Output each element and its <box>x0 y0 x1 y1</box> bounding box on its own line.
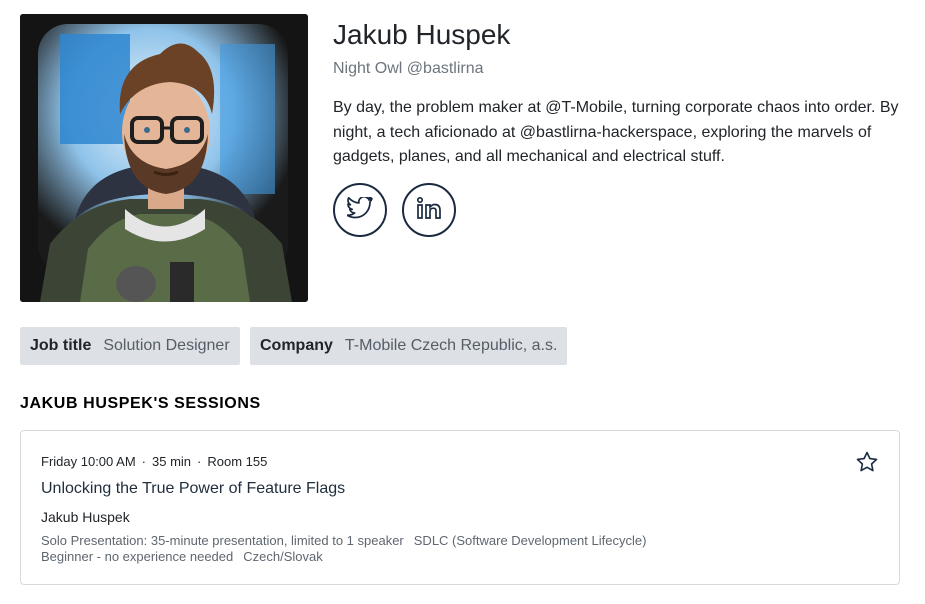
sessions-heading: JAKUB HUSPEK'S SESSIONS <box>20 395 261 412</box>
session-language: Czech/Slovak <box>243 549 323 564</box>
job-title-chip: Job title Solution Designer <box>20 327 240 365</box>
profile-photo <box>20 14 308 302</box>
linkedin-button[interactable] <box>402 183 456 237</box>
linkedin-icon <box>416 196 442 225</box>
company-chip: Company T-Mobile Czech Republic, a.s. <box>250 327 567 365</box>
session-meta: Friday 10:00 AM · 35 min · Room 155 <box>41 454 267 469</box>
profile-tagline: Night Owl @bastlirna <box>333 60 484 77</box>
session-level: Beginner - no experience needed <box>41 549 234 564</box>
profile-bio: By day, the problem maker at @T-Mobile, … <box>333 99 899 165</box>
star-icon[interactable] <box>855 450 879 474</box>
meta-separator: · <box>197 454 202 469</box>
job-title-label: Job title <box>30 337 92 354</box>
meta-separator: · <box>141 454 146 469</box>
session-day-time: Friday 10:00 AM <box>41 454 136 469</box>
session-title-link[interactable]: Unlocking the True Power of Feature Flag… <box>41 480 345 498</box>
profile-name: Jakub Huspek <box>333 19 511 50</box>
session-tags-row: Beginner - no experience needed Czech/Sl… <box>41 549 323 564</box>
twitter-button[interactable] <box>333 183 387 237</box>
company-label: Company <box>260 337 333 354</box>
session-tags-row: Solo Presentation: 35-minute presentatio… <box>41 533 646 548</box>
session-format: Solo Presentation: 35-minute presentatio… <box>41 533 404 548</box>
job-title-value: Solution Designer <box>103 337 230 354</box>
session-speaker: Jakub Huspek <box>41 509 130 525</box>
session-duration: 35 min <box>152 454 192 469</box>
twitter-icon <box>346 195 373 224</box>
session-track: SDLC (Software Development Lifecycle) <box>413 533 647 548</box>
session-room: Room 155 <box>207 454 268 469</box>
session-card: Friday 10:00 AM · 35 min · Room 155 Unlo… <box>20 430 900 585</box>
company-value: T-Mobile Czech Republic, a.s. <box>344 337 558 354</box>
